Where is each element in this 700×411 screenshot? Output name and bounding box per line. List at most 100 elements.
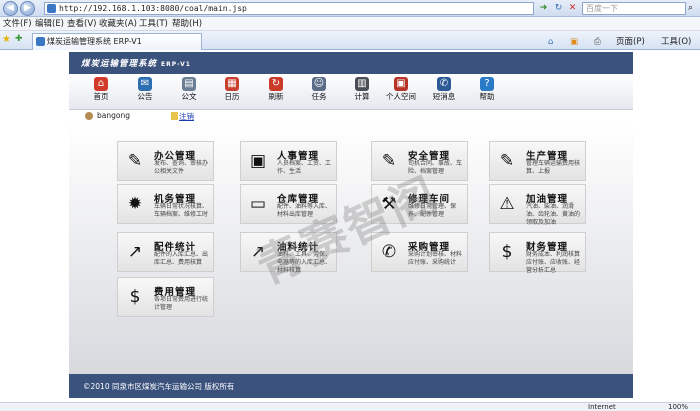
page-menu[interactable]: 页面(P) (616, 36, 645, 48)
monitor-icon: ▭ (249, 194, 267, 214)
search-input[interactable]: 百度一下 (582, 2, 686, 15)
tab-title: 煤炭运输管理系统 ERP-V1 (47, 37, 142, 46)
users-icon: ☺ (312, 77, 326, 91)
module-description: 配件的入库汇总、出库汇总、费用核算 (154, 251, 209, 266)
help-icon: ? (480, 77, 494, 91)
home-browser-icon[interactable]: ⌂ (548, 36, 553, 48)
megaphone-icon: ✉ (138, 77, 152, 91)
toolbar-calendar-button[interactable]: ▦ 日历 (210, 76, 254, 108)
wrench-icon: ⚒ (381, 194, 397, 214)
app-version: ERP-V1 (161, 61, 191, 68)
add-favorite-icon[interactable]: ✚ (15, 34, 23, 44)
toolbar-calculator-button[interactable]: ▥ 计算 (340, 76, 384, 108)
module-description: 司机合同、事故、车险、档案管理 (408, 160, 463, 175)
toolbar-lock-button[interactable]: ▣ 个人空间 (379, 76, 423, 108)
module-card[interactable]: ✎ 生产管理 管理车辆运输费用核算、上报 (489, 141, 586, 181)
url-text: http://192.168.1.103:8080/coal/main.jsp (59, 4, 247, 13)
user-icon (85, 112, 93, 120)
phone-icon: ✆ (381, 242, 397, 262)
module-card[interactable]: ▣ 人事管理 人员档案、工资、工作、生活 (240, 141, 337, 181)
module-description: 油料、工具、劳保、电器等的入库汇总、材料核算 (277, 251, 332, 274)
module-card[interactable]: ↗ 油料统计 油料、工具、劳保、电器等的入库汇总、材料核算 (240, 232, 337, 274)
warning-icon: ⚠ (499, 194, 515, 214)
menu-view[interactable]: 查看(V) (67, 18, 96, 30)
forward-button[interactable]: ▶ (20, 1, 35, 16)
money-icon: $ (501, 242, 513, 262)
go-icon[interactable]: ➜ (537, 2, 550, 15)
module-card[interactable]: ✎ 安全管理 司机合同、事故、车险、档案管理 (371, 141, 468, 181)
footer: ©2010 同泉市区煤炭汽车运输公司 版权所有 (69, 374, 633, 398)
module-card[interactable]: ↗ 配件统计 配件的入库汇总、出库汇总、费用核算 (117, 232, 214, 272)
module-description: 采购计划审核、材料应付账、采购统计 (408, 251, 463, 266)
stop-icon[interactable]: ✕ (566, 2, 579, 15)
id-card-icon: ▣ (249, 151, 267, 171)
module-description: 汽油、柴油、润滑油、齿轮油、黄油的领取及加油 (526, 203, 581, 226)
module-card[interactable]: ✎ 办公管理 发布、查询、审核办公相关文件 (117, 141, 214, 181)
toolbar-label: 计算 (354, 92, 370, 101)
toolbar-label: 首页 (93, 92, 109, 101)
menu-tools[interactable]: 工具(T) (139, 18, 168, 30)
refresh-icon[interactable]: ↻ (552, 2, 565, 15)
module-description: 车辆日常状况核算、车辆档案、维修工时 (154, 203, 209, 218)
toolbar-label: 任务 (311, 92, 327, 101)
username: bangong (97, 111, 130, 120)
module-card[interactable]: $ 费用管理 各项日常费用进行统计管理 (117, 277, 214, 317)
toolbar-folder-button[interactable]: ▤ 公文 (167, 76, 211, 108)
module-description: 人员档案、工资、工作、生活 (277, 160, 332, 175)
browser-address-bar: ◀ ▶ http://192.168.1.103:8080/coal/main.… (0, 0, 700, 17)
toolbar-help-button[interactable]: ? 帮助 (465, 76, 509, 108)
toolbar-label: 日历 (224, 92, 240, 101)
back-button[interactable]: ◀ (3, 1, 18, 16)
tab-page-icon (36, 37, 45, 46)
module-description: 财务成本、利润核算应付账、应收账、经营分析汇总 (526, 251, 581, 274)
folder-icon: ▤ (182, 77, 196, 91)
module-grid: ✎ 办公管理 发布、查询、审核办公相关文件 ▣ 人事管理 人员档案、工资、工作、生活 ✎ 安全… (69, 122, 633, 374)
app-header: 煤炭运输管理系统 ERP-V1 (69, 52, 633, 74)
toolbar-users-button[interactable]: ☺ 任务 (297, 76, 341, 108)
app-title: 煤炭运输管理系统 ERP-V1 (81, 57, 191, 69)
edit-icon: ✎ (499, 151, 515, 171)
module-description: 各项日常费用进行统计管理 (154, 296, 209, 311)
feed-icon[interactable]: ▣ (570, 36, 578, 48)
address-input[interactable]: http://192.168.1.103:8080/coal/main.jsp (44, 2, 534, 15)
menu-bar: 文件(F) 编辑(E) 查看(V) 收藏夹(A) 工具(T) 帮助(H) (0, 17, 700, 31)
app-toolbar: ⌂ 首页 ✉ 公告 ▤ 公文 ▦ 日历 ↻ 刷新 ☺ 任务 ▥ 计算 ▣ 个人空间 ✆ 短消息? 帮助 (69, 74, 633, 110)
toolbar-message-button[interactable]: ✆ 短消息 (422, 76, 466, 108)
toolbar-refresh-button[interactable]: ↻ 刷新 (254, 76, 298, 108)
calculator-icon: ▥ (355, 77, 369, 91)
module-card[interactable]: $ 财务管理 财务成本、利润核算应付账、应收账、经营分析汇总 (489, 232, 586, 274)
tools-menu[interactable]: 工具(O) (661, 36, 691, 48)
search-icon[interactable]: ⌕ (688, 3, 693, 13)
browser-tab[interactable]: 煤炭运输管理系统 ERP-V1 (32, 33, 202, 50)
module-description: 维修日常管理、保养、配件管理 (408, 203, 457, 218)
toolbar-label: 公文 (181, 92, 197, 101)
edit-icon: ✎ (127, 151, 143, 171)
menu-file[interactable]: 文件(F) (3, 18, 32, 30)
logout-link[interactable]: 注销 (179, 111, 194, 122)
module-description: 配件、油料等入库、材料出库管理 (277, 203, 332, 218)
toolbar-label: 公告 (137, 92, 153, 101)
menu-edit[interactable]: 编辑(E) (35, 18, 64, 30)
favorites-star-icon[interactable]: ★ (2, 34, 11, 45)
toolbar-megaphone-button[interactable]: ✉ 公告 (123, 76, 167, 108)
print-icon[interactable]: ⎙ (594, 36, 601, 48)
module-card[interactable]: ✆ 采购管理 采购计划审核、材料应付账、采购统计 (371, 232, 468, 272)
menu-favorites[interactable]: 收藏夹(A) (99, 18, 137, 30)
zoom-level[interactable]: 100% (668, 403, 688, 411)
app-title-text: 煤炭运输管理系统 (81, 59, 158, 69)
status-bar: Internet 100% (0, 402, 700, 411)
copyright-text: ©2010 同泉市区煤炭汽车运输公司 版权所有 (83, 382, 235, 391)
chart-icon: ↗ (127, 242, 143, 262)
edit-icon: ✎ (381, 151, 397, 171)
toolbar-home-button[interactable]: ⌂ 首页 (79, 76, 123, 108)
module-card[interactable]: ▭ 仓库管理 配件、油料等入库、材料出库管理 (240, 184, 337, 224)
module-card[interactable]: ⚠ 加油管理 汽油、柴油、润滑油、齿轮油、黄油的领取及加油 (489, 184, 586, 226)
gear-icon: ✹ (127, 194, 143, 214)
module-card[interactable]: ⚒ 修理车间 维修日常管理、保养、配件管理 (371, 184, 468, 224)
lock-icon: ▣ (394, 77, 408, 91)
logout-icon (171, 112, 178, 120)
home-icon: ⌂ (94, 77, 108, 91)
security-zone: Internet (588, 403, 616, 411)
menu-help[interactable]: 帮助(H) (172, 18, 202, 30)
module-card[interactable]: ✹ 机务管理 车辆日常状况核算、车辆档案、维修工时 (117, 184, 214, 224)
